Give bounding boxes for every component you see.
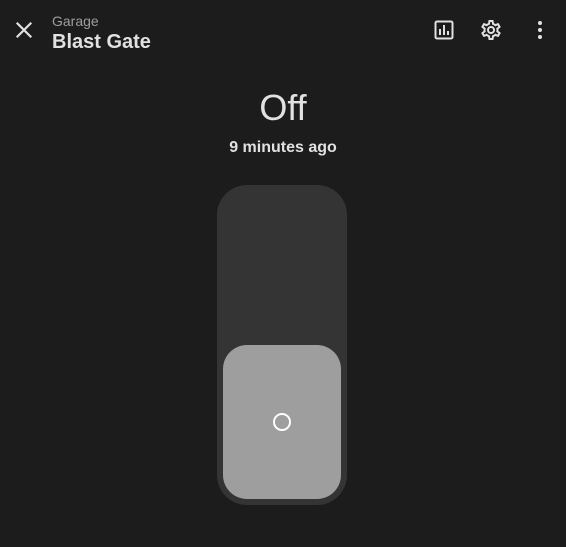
power-off-indicator-icon [273,413,291,431]
chart-box-icon [434,20,454,40]
last-changed-time: 9 minutes ago [229,139,337,156]
close-icon [15,21,33,39]
big-toggle-switch[interactable] [217,185,347,505]
page-title: Blast Gate [52,31,151,53]
gear-icon [481,20,501,40]
settings-button[interactable] [471,10,511,50]
history-button[interactable] [424,10,464,50]
dialog-header: Garage Blast Gate [0,0,566,60]
state-value: Off [259,87,307,128]
dots-vertical-icon [538,21,542,39]
toggle-knob[interactable] [223,345,341,499]
more-info-dialog: Garage Blast Gate Off 9 minutes ago [0,0,566,547]
breadcrumb[interactable]: Garage [52,13,99,29]
close-button[interactable] [4,10,44,50]
more-options-button[interactable] [520,10,560,50]
